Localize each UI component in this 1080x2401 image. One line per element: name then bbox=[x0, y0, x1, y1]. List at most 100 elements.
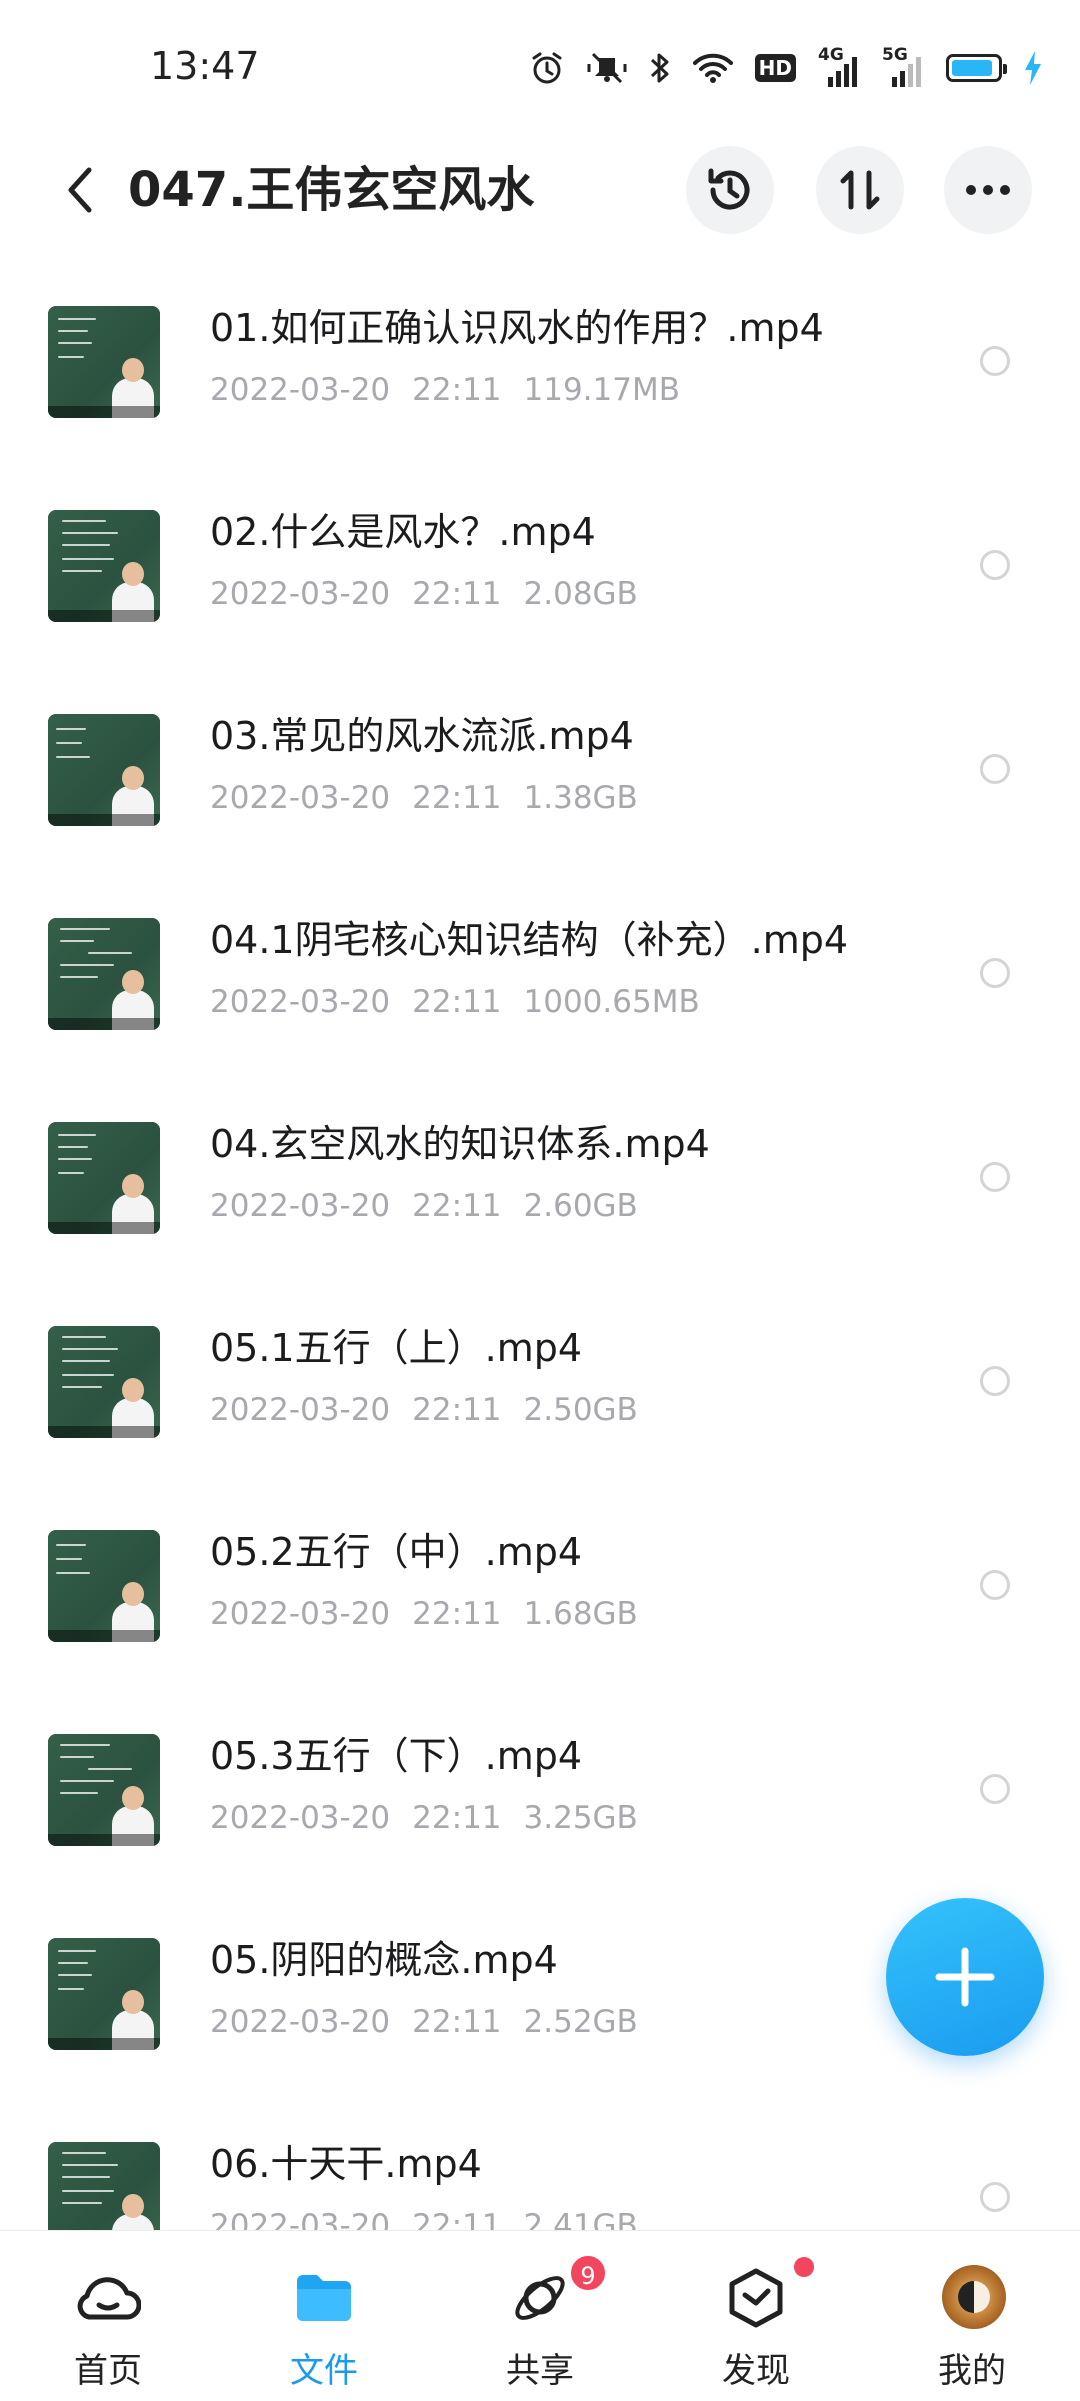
file-row[interactable]: 05.2五行（中）.mp4 2022-03-20 22:11 1.68GB bbox=[0, 1474, 1080, 1678]
back-icon[interactable] bbox=[50, 160, 110, 220]
file-time: 22:11 bbox=[412, 984, 502, 1020]
file-date: 2022-03-20 bbox=[210, 372, 391, 408]
avatar-icon bbox=[942, 2265, 1006, 2329]
sort-icon bbox=[840, 170, 880, 210]
mute-vibrate-icon bbox=[587, 50, 627, 86]
tab-label-share: 共享 bbox=[506, 2351, 574, 2391]
charging-icon bbox=[1024, 51, 1042, 85]
status-bar: 13:47 HD 4G 5G bbox=[0, 0, 1080, 130]
tab-label-home: 首页 bbox=[74, 2351, 142, 2391]
file-meta: 2022-03-20 22:11 2.41GB bbox=[210, 2206, 660, 2230]
home-cloud-icon bbox=[73, 2263, 143, 2333]
video-thumbnail bbox=[48, 2142, 160, 2230]
sort-button[interactable] bbox=[816, 146, 904, 234]
video-thumbnail bbox=[48, 714, 160, 826]
signal-5g-icon: 5G bbox=[882, 45, 924, 87]
history-button[interactable] bbox=[686, 146, 774, 234]
file-size: 119.17MB bbox=[523, 372, 680, 408]
page-title: 047.王伟玄空风水 bbox=[128, 162, 535, 218]
select-radio[interactable] bbox=[980, 1162, 1010, 1192]
file-time: 22:11 bbox=[412, 1596, 502, 1632]
file-date: 2022-03-20 bbox=[210, 984, 391, 1020]
file-name: 05.3五行（下）.mp4 bbox=[210, 1734, 583, 1778]
select-radio[interactable] bbox=[980, 1366, 1010, 1396]
select-radio[interactable] bbox=[980, 1570, 1010, 1600]
file-name: 02.什么是风水？.mp4 bbox=[210, 510, 596, 554]
select-radio[interactable] bbox=[980, 1774, 1010, 1804]
select-radio[interactable] bbox=[980, 958, 1010, 988]
video-thumbnail bbox=[48, 1530, 160, 1642]
discover-dot bbox=[794, 2257, 814, 2277]
video-thumbnail bbox=[48, 1326, 160, 1438]
file-time: 22:11 bbox=[412, 780, 502, 816]
file-size: 3.25GB bbox=[523, 1800, 638, 1836]
history-icon bbox=[708, 168, 750, 210]
wifi-icon bbox=[692, 52, 733, 84]
bottom-nav: 首页 文件 9 共享 发现 我的 bbox=[0, 2230, 1080, 2401]
file-name: 06.十天干.mp4 bbox=[210, 2142, 482, 2186]
file-meta: 2022-03-20 22:11 2.60GB bbox=[210, 1186, 660, 1226]
select-radio[interactable] bbox=[980, 754, 1010, 784]
status-icons: HD 4G 5G bbox=[529, 45, 1042, 88]
file-row[interactable]: 02.什么是风水？.mp4 2022-03-20 22:11 2.08GB bbox=[0, 454, 1080, 658]
file-time: 22:11 bbox=[412, 576, 502, 612]
select-radio[interactable] bbox=[980, 346, 1010, 376]
file-size: 2.41GB bbox=[523, 2208, 638, 2230]
video-thumbnail bbox=[48, 306, 160, 418]
file-row[interactable]: 03.常见的风水流派.mp4 2022-03-20 22:11 1.38GB bbox=[0, 658, 1080, 862]
file-meta: 2022-03-20 22:11 1.68GB bbox=[210, 1594, 660, 1634]
select-radio[interactable] bbox=[980, 550, 1010, 580]
select-radio[interactable] bbox=[980, 2182, 1010, 2212]
file-date: 2022-03-20 bbox=[210, 576, 391, 612]
file-size: 1.68GB bbox=[523, 1596, 638, 1632]
tab-me[interactable]: 我的 bbox=[864, 2231, 1080, 2401]
file-date: 2022-03-20 bbox=[210, 2208, 391, 2230]
signal-4g-icon: 4G bbox=[818, 45, 860, 87]
video-thumbnail bbox=[48, 510, 160, 622]
file-name: 04.玄空风水的知识体系.mp4 bbox=[210, 1122, 710, 1166]
file-size: 2.50GB bbox=[523, 1392, 638, 1428]
file-name: 01.如何正确认识风水的作用？.mp4 bbox=[210, 306, 824, 350]
tab-files[interactable]: 文件 bbox=[216, 2231, 432, 2401]
video-thumbnail bbox=[48, 1938, 160, 2050]
file-row[interactable]: 01.如何正确认识风水的作用？.mp4 2022-03-20 22:11 119.17… bbox=[0, 250, 1080, 454]
file-meta: 2022-03-20 22:11 119.17MB bbox=[210, 370, 702, 410]
file-date: 2022-03-20 bbox=[210, 1800, 391, 1836]
video-thumbnail bbox=[48, 1734, 160, 1846]
file-date: 2022-03-20 bbox=[210, 780, 391, 816]
file-meta: 2022-03-20 22:11 3.25GB bbox=[210, 1798, 660, 1838]
file-row[interactable]: 05.1五行（上）.mp4 2022-03-20 22:11 2.50GB bbox=[0, 1270, 1080, 1474]
file-row[interactable]: 05.3五行（下）.mp4 2022-03-20 22:11 3.25GB bbox=[0, 1678, 1080, 1882]
file-time: 22:11 bbox=[412, 372, 502, 408]
file-time: 22:11 bbox=[412, 1800, 502, 1836]
title-bar: 047.王伟玄空风水 bbox=[0, 130, 1080, 250]
battery-fill bbox=[952, 60, 992, 76]
tab-home[interactable]: 首页 bbox=[0, 2231, 216, 2401]
share-badge: 9 bbox=[568, 2253, 608, 2293]
add-button[interactable] bbox=[886, 1898, 1044, 2056]
file-meta: 2022-03-20 22:11 1.38GB bbox=[210, 778, 660, 818]
more-button[interactable] bbox=[944, 146, 1032, 234]
file-name: 03.常见的风水流派.mp4 bbox=[210, 714, 634, 758]
file-row[interactable]: 04.1阴宅核心知识结构（补充）.mp4 2022-03-20 22:11 1000.… bbox=[0, 862, 1080, 1066]
hd-icon: HD bbox=[754, 54, 796, 82]
file-time: 22:11 bbox=[412, 2208, 502, 2230]
file-row[interactable]: 06.十天干.mp4 2022-03-20 22:11 2.41GB bbox=[0, 2086, 1080, 2230]
tab-discover[interactable]: 发现 bbox=[648, 2231, 864, 2401]
file-row[interactable]: 04.玄空风水的知识体系.mp4 2022-03-20 22:11 2.60GB bbox=[0, 1066, 1080, 1270]
video-thumbnail bbox=[48, 1122, 160, 1234]
plus-icon bbox=[935, 1947, 995, 2007]
file-meta: 2022-03-20 22:11 1000.65MB bbox=[210, 982, 722, 1022]
share-orbit-icon bbox=[505, 2263, 575, 2333]
file-size: 2.60GB bbox=[523, 1188, 638, 1224]
file-date: 2022-03-20 bbox=[210, 1392, 391, 1428]
status-time: 13:47 bbox=[150, 44, 260, 88]
file-name: 05.2五行（中）.mp4 bbox=[210, 1530, 583, 1574]
tab-share[interactable]: 9 共享 bbox=[432, 2231, 648, 2401]
bluetooth-icon bbox=[649, 50, 671, 86]
discover-box-icon bbox=[721, 2263, 791, 2333]
tab-label-me: 我的 bbox=[938, 2351, 1006, 2391]
folder-icon bbox=[289, 2263, 359, 2333]
file-meta: 2022-03-20 22:11 2.08GB bbox=[210, 574, 660, 614]
file-name: 04.1阴宅核心知识结构（补充）.mp4 bbox=[210, 918, 849, 962]
